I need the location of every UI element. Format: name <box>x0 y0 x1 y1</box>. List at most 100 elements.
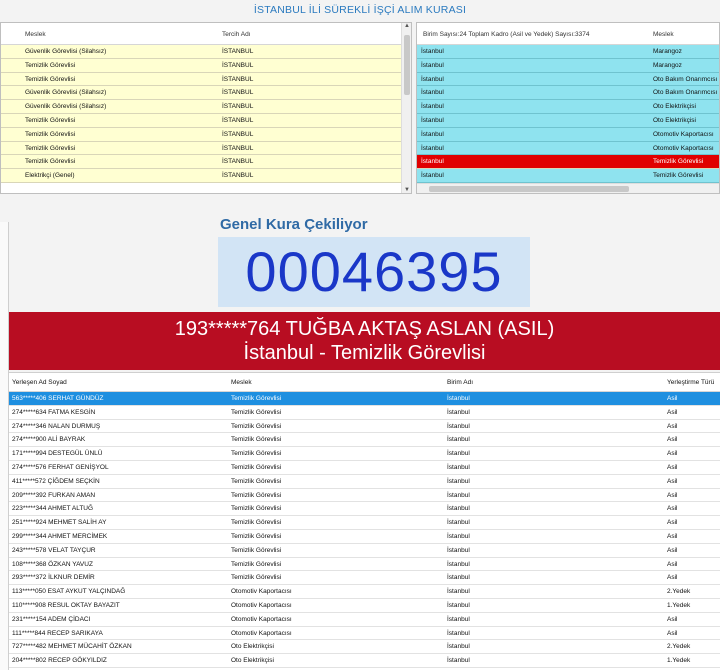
table-row[interactable]: 231*****154 ADEM ÇİDACI Otomotiv Kaportac… <box>9 612 720 627</box>
cell-birim: İstanbul <box>421 116 444 124</box>
winner-unit: İstanbul - Temizlik Görevlisi <box>243 342 486 364</box>
grid-row[interactable]: İstanbul Oto Elektrikçisi <box>417 113 719 128</box>
grid-row[interactable]: Temizlik Görevlisi İSTANBUL <box>1 58 411 73</box>
preferences-grid-scrollbar[interactable]: ▲ ▼ <box>401 23 411 193</box>
table-row[interactable]: 274*****900 ALİ BAYRAK Temizlik Görevlisi… <box>9 433 720 448</box>
table-row[interactable]: 110*****908 RESUL OKTAY BAYAZIT Otomotiv … <box>9 598 720 613</box>
table-row[interactable]: 563*****406 SERHAT GÜNDÜZ Temizlik Görevl… <box>9 392 720 406</box>
cell-birim: İstanbul <box>447 408 470 416</box>
table-row[interactable]: 243*****578 VELAT TAYÇUR Temizlik Görevli… <box>9 543 720 558</box>
cell-meslek: Otomotiv Kaportacısı <box>231 601 292 609</box>
grid-row[interactable]: İstanbul Marangoz <box>417 58 719 73</box>
table-row[interactable]: 108*****368 ÖZKAN YAVUZ Temizlik Görevlis… <box>9 557 720 572</box>
grid-row[interactable]: Temizlik Görevlisi İSTANBUL <box>1 72 411 87</box>
cell-ad-soyad: 111*****844 RECEP SARIKAYA <box>12 629 103 637</box>
cell-birim: İstanbul <box>447 643 470 651</box>
cell-birim: İstanbul <box>421 103 444 111</box>
grid-row[interactable]: Elektrikçi (Genel) İSTANBUL <box>1 169 411 183</box>
cell-birim: İstanbul <box>447 657 470 665</box>
cell-meslek: Güvenlik Görevlisi (Silahsız) <box>25 48 107 55</box>
grid-row[interactable]: İstanbul Temizlik Görevlisi <box>417 155 719 170</box>
cell-meslek: Temizlik Görevlisi <box>25 130 76 138</box>
cell-tur: Asil <box>667 629 678 637</box>
cell-birim: İstanbul <box>447 532 470 540</box>
grid-row[interactable]: Güvenlik Görevlisi (Silahsız) İSTANBUL <box>1 45 411 59</box>
cell-ad-soyad: 171*****994 DESTEGÜL ÜNLÜ <box>12 450 103 458</box>
results-table-header: Yerleşen Ad Soyad Meslek Birim Adı Yerle… <box>9 373 720 392</box>
table-row[interactable]: 727*****482 MEHMET MÜCAHİT ÖZKAN Oto Elek… <box>9 640 720 655</box>
grid-row[interactable]: Temizlik Görevlisi İSTANBUL <box>1 155 411 170</box>
column-header-birim[interactable]: Birim Adı <box>447 379 473 386</box>
grid-row[interactable]: İstanbul Oto Bakım Onarımcısı (Ya <box>417 86 719 101</box>
column-header-meslek[interactable]: Meslek <box>25 31 46 38</box>
cell-meslek: Temizlik Görevlisi <box>231 560 282 568</box>
cell-tur: Asil <box>667 450 678 458</box>
table-row[interactable]: 111*****844 RECEP SARIKAYA Otomotiv Kapor… <box>9 626 720 641</box>
scroll-thumb[interactable] <box>404 35 410 95</box>
table-row[interactable]: 274*****576 FERHAT GENİŞYOL Temizlik Göre… <box>9 460 720 475</box>
cell-meslek: Otomotiv Kaportacısı <box>231 615 292 623</box>
cell-birim: İstanbul <box>447 629 470 637</box>
column-header-ad-soyad[interactable]: Yerleşen Ad Soyad <box>12 379 67 386</box>
column-header-tercih[interactable]: Tercih Adı <box>222 31 251 38</box>
scroll-up-icon[interactable]: ▲ <box>402 23 411 29</box>
cell-meslek: Temizlik Görevlisi <box>25 75 76 83</box>
cell-tur: Asil <box>667 436 678 444</box>
units-grid-hscrollbar[interactable] <box>417 183 719 193</box>
cell-meslek: Otomotiv Kaportacısı <box>231 629 292 637</box>
grid-row[interactable]: Temizlik Görevlisi İSTANBUL <box>1 127 411 142</box>
table-row[interactable]: 411*****572 ÇİĞDEM SEÇKİN Temizlik Görevl… <box>9 474 720 489</box>
table-row[interactable]: 251*****924 MEHMET SALİH AY Temizlik Göre… <box>9 516 720 530</box>
units-grid[interactable]: Birim Sayısı:24 Toplam Kadro (Asil ve Ye… <box>416 22 720 194</box>
units-grid-header: Birim Sayısı:24 Toplam Kadro (Asil ve Ye… <box>417 23 719 45</box>
draw-caption: Genel Kura Çekiliyor <box>220 216 368 233</box>
grid-row[interactable]: İstanbul Otomotiv Kaportacısı <box>417 127 719 142</box>
table-row[interactable]: 274*****346 NALAN DURMUŞ Temizlik Görevli… <box>9 419 720 434</box>
table-row[interactable]: 171*****994 DESTEGÜL ÜNLÜ Temizlik Görevl… <box>9 447 720 461</box>
grid-row[interactable]: İstanbul Marangoz <box>417 45 719 59</box>
table-row[interactable]: 113*****050 ESAT AYKUT YALÇINDAĞ Otomotiv… <box>9 585 720 599</box>
cell-ad-soyad: 299*****344 AHMET MERCİMEK <box>12 532 108 540</box>
hscroll-thumb[interactable] <box>429 186 629 192</box>
scroll-down-icon[interactable]: ▼ <box>402 187 411 193</box>
title-bar: İSTANBUL İLİ SÜREKLİ İŞÇİ ALIM KURASI <box>0 0 720 18</box>
cell-ad-soyad: 110*****908 RESUL OKTAY BAYAZIT <box>12 601 120 609</box>
grid-row[interactable]: Temizlik Görevlisi İSTANBUL <box>1 141 411 156</box>
column-header-birim[interactable]: Birim Sayısı:24 Toplam Kadro (Asil ve Ye… <box>423 31 589 38</box>
cell-tur: Asil <box>667 422 678 430</box>
cell-tur: 1.Yedek <box>667 657 691 665</box>
grid-row[interactable]: İstanbul Otomotiv Kaportacısı <box>417 141 719 156</box>
grid-row[interactable]: İstanbul Temizlik Görevlisi <box>417 169 719 183</box>
cell-birim: İstanbul <box>447 463 470 471</box>
table-row[interactable]: 299*****344 AHMET MERCİMEK Temizlik Görev… <box>9 529 720 544</box>
cell-meslek: Otomotiv Kaportacısı <box>231 588 292 596</box>
table-row[interactable]: 293*****372 İLKNUR DEMİR Temizlik Görevli… <box>9 571 720 586</box>
cell-tercih: İSTANBUL <box>222 144 254 152</box>
results-table[interactable]: Yerleşen Ad Soyad Meslek Birim Adı Yerle… <box>9 372 720 670</box>
column-header-meslek[interactable]: Meslek <box>231 379 252 386</box>
cell-meslek: Otomotiv Kaportacısı <box>653 144 714 152</box>
cell-tur: 2.Yedek <box>667 643 691 651</box>
grid-row[interactable]: Güvenlik Görevlisi (Silahsız) İSTANBUL <box>1 100 411 114</box>
cell-birim: İstanbul <box>421 158 444 166</box>
grid-row[interactable]: İstanbul Oto Elektrikçisi <box>417 100 719 114</box>
grid-row[interactable]: Temizlik Görevlisi İSTANBUL <box>1 113 411 128</box>
cell-ad-soyad: 727*****482 MEHMET MÜCAHİT ÖZKAN <box>12 643 132 651</box>
cell-birim: İstanbul <box>421 48 444 55</box>
grid-row[interactable]: İstanbul Oto Bakım Onarımcısı (Ya <box>417 72 719 87</box>
cell-meslek: Oto Bakım Onarımcısı (Ya <box>653 89 719 97</box>
table-row[interactable]: 204*****802 RECEP GÖKYILDIZ Oto Elektrikç… <box>9 654 720 668</box>
cell-ad-soyad: 243*****578 VELAT TAYÇUR <box>12 546 96 554</box>
cell-tur: Asil <box>667 408 678 416</box>
cell-birim: İstanbul <box>447 601 470 609</box>
cell-ad-soyad: 274*****900 ALİ BAYRAK <box>12 436 86 444</box>
table-row[interactable]: 223*****344 AHMET ALTUĞ Temizlik Görevlis… <box>9 502 720 517</box>
column-header-meslek[interactable]: Meslek <box>653 31 674 38</box>
preferences-grid[interactable]: Meslek Tercih Adı Güvenlik Görevlisi (Si… <box>0 22 412 194</box>
table-row[interactable]: 209*****392 FURKAN AMAN Temizlik Görevlis… <box>9 488 720 503</box>
preferences-grid-body: Güvenlik Görevlisi (Silahsız) İSTANBUL Tem… <box>1 45 411 183</box>
grid-row[interactable]: Güvenlik Görevlisi (Silahsız) İSTANBUL <box>1 86 411 101</box>
table-row[interactable]: 274*****634 FATMA KESGİN Temizlik Görevli… <box>9 405 720 420</box>
cell-birim: İstanbul <box>421 89 444 97</box>
column-header-tur[interactable]: Yerleştirme Türü <box>667 379 714 386</box>
